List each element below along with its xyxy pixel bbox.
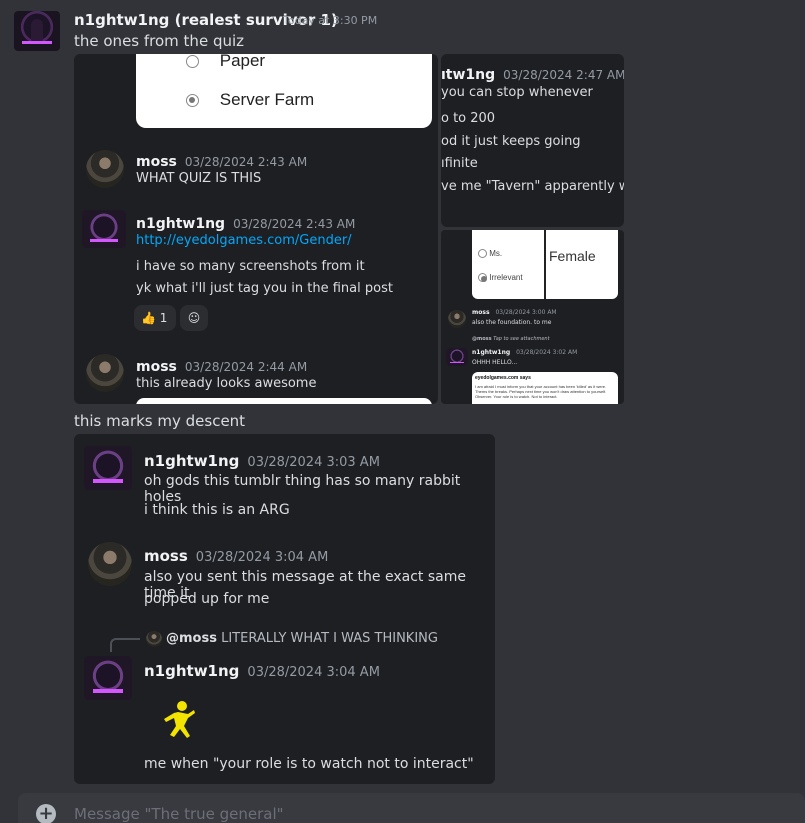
screenshot-infinite[interactable]: ıtw1ng 03/28/2024 2:47 AM you can stop wh… <box>441 54 624 227</box>
reply-connector <box>110 638 140 652</box>
inner-message: ıfinite <box>441 156 478 171</box>
dancing-figure-icon <box>164 701 195 738</box>
inner-message: yk what i'll just tag you in the final p… <box>136 281 393 296</box>
avatar <box>82 210 126 248</box>
inner-timestamp: 03/28/2024 3:04 AM <box>195 550 329 565</box>
inner-message: popped up for me <box>144 591 270 607</box>
inner-timestamp: 03/28/2024 3:00 AM <box>495 309 557 316</box>
female-label: Female <box>549 248 596 264</box>
avatar[interactable] <box>14 11 60 51</box>
message-text: this marks my descent <box>74 412 246 430</box>
inner-message: this already looks awesome <box>136 376 317 391</box>
inner-link: http://eyedolgames.com/Gender/ <box>136 233 352 248</box>
avatar <box>84 656 132 700</box>
reply-text: Tap to see attachment <box>493 336 550 342</box>
popup-edge <box>136 398 432 404</box>
message-input[interactable]: Message "The true general" <box>74 805 284 823</box>
inner-username: moss <box>136 359 177 375</box>
inner-username: ıtw1ng <box>441 67 496 83</box>
option-label: Ms. <box>489 249 503 258</box>
avatar <box>86 150 124 188</box>
inner-username: moss <box>472 309 490 316</box>
reply-mention: @moss <box>472 336 492 342</box>
inner-timestamp: 03/28/2024 3:02 AM <box>516 349 578 356</box>
option-label: Paper <box>219 54 266 70</box>
alert-body: I am afraid I must inform you that your … <box>475 384 607 399</box>
radio-icon <box>478 249 487 259</box>
inner-username: moss <box>136 154 177 170</box>
avatar <box>448 310 466 328</box>
inner-timestamp: 03/28/2024 3:03 AM <box>247 455 380 470</box>
inner-message: also the foundation. to me <box>472 319 552 326</box>
avatar <box>84 446 132 490</box>
inner-message: me when "your role is to watch not to in… <box>144 756 474 772</box>
inner-username: n1ghtw1ng <box>136 216 226 232</box>
option-label: Server Farm <box>219 90 315 109</box>
inner-timestamp: 03/28/2024 2:47 AM <box>503 68 624 82</box>
inner-message: od it just keeps going <box>441 134 581 149</box>
inner-timestamp: 03/28/2024 3:04 AM <box>247 665 380 680</box>
reaction-count: 1 <box>159 311 168 325</box>
inner-username: moss <box>144 547 188 565</box>
add-reaction: ☺ <box>180 305 208 331</box>
quiz-options-card: Ms. Irrelevant Female <box>472 230 618 299</box>
avatar <box>86 354 124 392</box>
reaction-thumbs-up: 👍 1 <box>134 305 176 331</box>
inner-message: WHAT QUIZ IS THIS <box>136 171 262 186</box>
alert-title: eyedolgames.com says <box>475 375 531 381</box>
reply-text: LITERALLY WHAT I WAS THINKING <box>221 631 438 646</box>
inner-timestamp: 03/28/2024 2:43 AM <box>184 155 308 169</box>
inner-timestamp: 03/28/2024 2:44 AM <box>184 360 308 374</box>
inner-timestamp: 03/28/2024 2:43 AM <box>233 217 356 231</box>
reply-mention: @moss <box>166 631 217 646</box>
message-text: the ones from the quiz <box>74 32 245 50</box>
radio-selected-icon <box>478 273 487 283</box>
inner-message: o to 200 <box>441 111 496 126</box>
inner-message: ve me "Tavern" apparently what <box>441 179 624 194</box>
browser-alert: eyedolgames.com says I am afraid I must … <box>472 372 618 404</box>
smile-icon: ☺ <box>187 311 201 325</box>
avatar <box>146 631 162 647</box>
radio-selected-icon <box>186 94 199 108</box>
inner-username: n1ghtw1ng <box>144 452 240 470</box>
radio-icon <box>186 55 199 69</box>
inner-message: i have so many screenshots from it <box>136 259 365 274</box>
inner-username: n1ghtw1ng <box>144 662 240 680</box>
quiz-options-card: Paper Server Farm <box>136 54 432 128</box>
thumbs-up-icon: 👍 <box>141 311 156 325</box>
screenshot-arg[interactable]: n1ghtw1ng 03/28/2024 3:03 AM oh gods this… <box>74 434 495 784</box>
avatar <box>446 348 468 366</box>
inner-message: oh gods this tumblr thing has so many ra… <box>144 473 461 505</box>
message-input-bar[interactable]: + Message "The true general" <box>18 793 805 823</box>
inner-message: you can stop whenever <box>441 85 593 100</box>
option-label: Irrelevant <box>489 273 523 282</box>
inner-message: i think this is an ARG <box>144 502 290 518</box>
screenshot-quiz[interactable]: Paper Server Farm moss 03/28/2024 2:43 AM… <box>74 54 438 404</box>
inner-message: OHHH HELLO... <box>472 359 518 366</box>
avatar <box>88 542 132 586</box>
screenshot-killed[interactable]: Ms. Irrelevant Female moss 03/28/2024 3:… <box>441 230 624 404</box>
timestamp: Today at 3:30 PM <box>283 14 378 27</box>
inner-username: n1ghtw1ng <box>472 349 511 356</box>
add-attachment-button[interactable]: + <box>36 804 56 823</box>
